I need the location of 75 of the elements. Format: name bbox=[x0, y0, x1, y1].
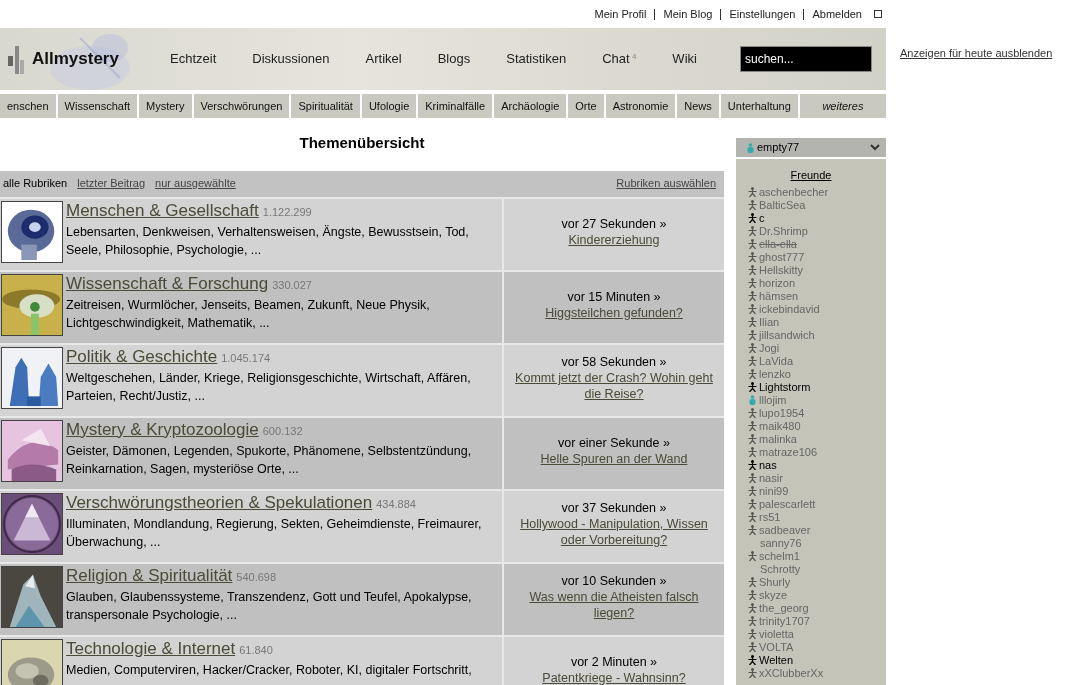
last-post-time: vor einer Sekunde » bbox=[558, 435, 670, 451]
logo-icon bbox=[6, 44, 26, 74]
category-title-link[interactable]: Verschwörungstheorien & Spekulationen bbox=[66, 492, 373, 512]
post-count: 1.122.299 bbox=[262, 205, 312, 218]
category-tab[interactable]: Ufologie bbox=[361, 94, 419, 118]
category-tab[interactable]: Verschwörungen bbox=[193, 94, 292, 118]
filter-link[interactable]: letzter Beitrag bbox=[77, 175, 146, 192]
last-thread-link[interactable]: Helle Spuren an der Wand bbox=[540, 451, 688, 467]
last-post-time: vor 15 Minuten » bbox=[567, 289, 661, 305]
last-post-time: vor 2 Minuten » bbox=[570, 654, 658, 670]
last-post-time: vor 10 Sekunden » bbox=[561, 573, 667, 589]
category-description: Geister, Dämonen, Legenden, Spukorte, Phänomene, Selbstentzündung, Reinkarnation, Sagen, mysteriöse Orte, ... bbox=[66, 442, 473, 478]
user-panel-header[interactable]: empty77 bbox=[736, 138, 886, 159]
nav-link[interactable]: Chat $^{4}$ bbox=[602, 49, 637, 69]
last-thread-link[interactable]: Hollywood - Manipulation, Wissen oder Vorbereitung? bbox=[512, 516, 716, 548]
category-tab[interactable]: Orte bbox=[568, 94, 606, 118]
category-description: Weltgeschehen, Länder, Kriege, Religionsgeschichte, Wirtschaft, Affären, Parteien, Recht/Justiz, ... bbox=[66, 369, 472, 405]
category-tab[interactable]: weiteres bbox=[799, 94, 886, 118]
checkbox[interactable] bbox=[874, 10, 882, 18]
category-tab[interactable]: Spiritualität bbox=[291, 94, 362, 118]
friend-link[interactable]: the_georg bbox=[759, 599, 809, 617]
last-thread-link[interactable]: Patentkriege - Wahnsinn? bbox=[542, 670, 686, 685]
category-title-link[interactable]: Politik & Geschichte bbox=[66, 346, 218, 366]
top-link[interactable]: Mein Profil bbox=[586, 8, 655, 20]
post-count: 61.840 bbox=[239, 643, 273, 656]
username: empty77 bbox=[757, 140, 801, 156]
category-title-link[interactable]: Wissenschaft & Forschung bbox=[66, 273, 269, 293]
top-link[interactable]: Abmelden bbox=[803, 8, 870, 20]
top-link[interactable]: Einstellungen bbox=[720, 8, 804, 20]
search-field[interactable]: suchen... bbox=[740, 46, 872, 72]
category-tab[interactable]: Archäologie bbox=[494, 94, 569, 118]
category-tab[interactable]: Kriminalfälle bbox=[418, 94, 495, 118]
category-tab[interactable]: Astronomie bbox=[605, 94, 678, 118]
post-count: 600.132 bbox=[262, 424, 303, 437]
category-tab[interactable]: News bbox=[677, 94, 721, 118]
post-count: 330.027 bbox=[272, 278, 312, 291]
last-thread-link[interactable]: Higgsteilchen gefunden? bbox=[545, 305, 683, 321]
category-tab[interactable]: Mystery bbox=[139, 94, 194, 118]
page-title: Themenübersicht bbox=[298, 133, 426, 153]
top-link[interactable]: Mein Blog bbox=[654, 8, 721, 20]
category-title-link[interactable]: Menschen & Gesellschaft bbox=[66, 200, 259, 220]
last-thread-link[interactable]: Kindererziehung bbox=[568, 232, 660, 248]
post-count: 434.884 bbox=[376, 497, 416, 510]
logo-text: Allmystery bbox=[32, 48, 119, 71]
filter-link[interactable]: alle Rubriken bbox=[3, 175, 68, 192]
last-post-time: vor 58 Sekunden » bbox=[561, 354, 667, 370]
post-count: 540.698 bbox=[236, 570, 277, 583]
nav-link[interactable]: Statistiken bbox=[506, 49, 567, 69]
last-thread-link[interactable]: Was wenn die Atheisten falsch liegen? bbox=[512, 589, 716, 621]
category-tab[interactable]: enschen bbox=[0, 94, 58, 118]
last-thread-link[interactable]: Kommt jetzt der Crash? Wohin geht die Reise? bbox=[512, 370, 716, 402]
nav-link[interactable]: Wiki bbox=[672, 49, 697, 69]
category-title-link[interactable]: Mystery & Kryptozoologie bbox=[66, 419, 259, 439]
post-count: 1.045.174 bbox=[221, 351, 271, 364]
category-title-link[interactable]: Religion & Spiritualität bbox=[66, 565, 233, 585]
select-categories-link[interactable]: Rubriken auswählen bbox=[616, 175, 716, 192]
category-tab[interactable]: Wissenschaft bbox=[57, 94, 139, 118]
person-icon bbox=[746, 143, 755, 154]
category-description: Zeitreisen, Wurmlöcher, Jenseits, Beamen, Zukunft, Neue Physik, Lichtgeschwindigkeit, Mathematik, ... bbox=[66, 296, 431, 332]
filter-link[interactable]: nur ausgewählte bbox=[155, 175, 236, 192]
category-description: Lebensarten, Denkweisen, Verhaltensweisen, Ängste, Bewusstsein, Tod, Seele, Philosophie, Psychologie, ... bbox=[66, 223, 470, 259]
category-description: Illuminaten, Mondlandung, Regierung, Sekten, Geheimdienste, Freimaurer, Überwachung, ... bbox=[66, 515, 483, 551]
last-post-time: vor 37 Sekunden » bbox=[561, 500, 667, 516]
nav-link[interactable]: Artikel bbox=[365, 49, 402, 69]
category-description: Glauben, Glaubenssysteme, Transzendenz, Gott und Teufel, Apokalypse, transpersonale Psychologie, ... bbox=[66, 588, 473, 624]
chevron-down-icon bbox=[870, 144, 880, 151]
nav-link[interactable]: Blogs bbox=[437, 49, 471, 69]
category-tab[interactable]: Unterhaltung bbox=[720, 94, 800, 118]
nav-link[interactable]: Echtzeit bbox=[170, 49, 217, 69]
section-title: Freunde bbox=[789, 168, 833, 183]
last-post-time: vor 27 Sekunden » bbox=[561, 216, 667, 232]
category-title-link[interactable]: Technologie & Internet bbox=[66, 638, 236, 658]
category-description: Medien, Computerviren, Hacker/Cracker, Roboter, KI, digitaler Fortschritt, bbox=[66, 661, 472, 679]
hide-ads-link[interactable]: Anzeigen für heute ausblenden bbox=[900, 47, 1053, 59]
nav-link[interactable]: Diskussionen bbox=[252, 49, 330, 69]
